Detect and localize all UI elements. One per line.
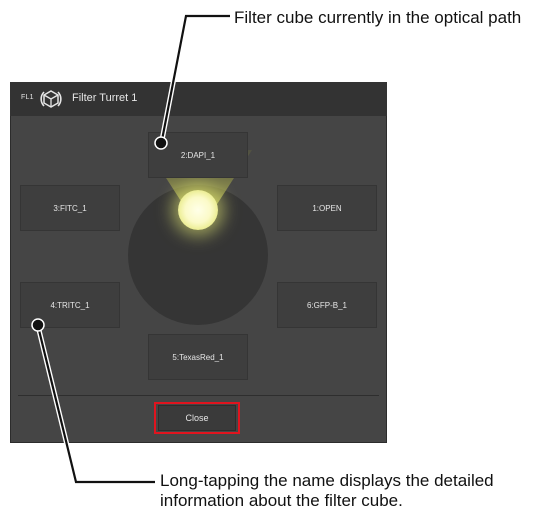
light-spot [178,190,218,230]
filter-turret-dialog: FL1 Filter Turret 1 2:DAPI_1 3:FITC_1 1:… [10,82,387,443]
filter-button-6[interactable]: 6:GFP-B_1 [277,282,377,328]
filter-button-1[interactable]: 1:OPEN [277,185,377,231]
close-button[interactable]: Close [158,405,236,431]
dialog-title: Filter Turret 1 [72,92,138,104]
turret-badge: FL1 [21,94,34,101]
annotation-current-filter: Filter cube currently in the optical pat… [234,8,522,27]
dialog-titlebar: FL1 Filter Turret 1 [10,82,387,116]
filter-button-2[interactable]: 2:DAPI_1 [148,132,248,178]
filter-button-5[interactable]: 5:TexasRed_1 [148,334,248,380]
filter-button-3[interactable]: 3:FITC_1 [20,185,120,231]
divider [18,395,379,396]
filter-button-4[interactable]: 4:TRITC_1 [20,282,120,328]
annotation-long-tap: Long-tapping the name displays the detai… [160,471,494,510]
filter-turret-icon [38,86,64,112]
